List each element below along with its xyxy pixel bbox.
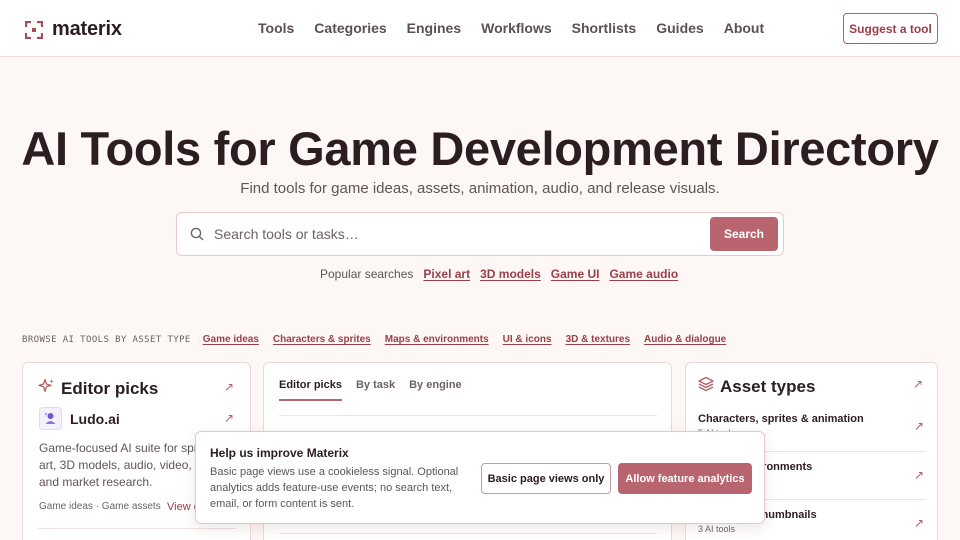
nav-workflows[interactable]: Workflows xyxy=(481,20,552,36)
ludo-ai-logo xyxy=(39,407,62,430)
tab-by-engine[interactable]: By engine xyxy=(409,379,462,401)
popular-link-pixel-art[interactable]: Pixel art xyxy=(423,267,470,281)
divider xyxy=(38,528,236,529)
asset-types-arrow-icon[interactable]: ↗ xyxy=(913,377,923,391)
nav-categories[interactable]: Categories xyxy=(314,20,386,36)
popular-link-game-audio[interactable]: Game audio xyxy=(609,267,678,281)
site-header: materix Tools Categories Engines Workflo… xyxy=(0,0,960,57)
logo-mark-icon xyxy=(25,20,43,39)
browse-link-game-ideas[interactable]: Game ideas xyxy=(203,334,259,345)
asset-type-count: 3 AI tools xyxy=(698,524,736,534)
popular-link-game-ui[interactable]: Game UI xyxy=(551,267,600,281)
tool-name: Ludo.ai xyxy=(70,410,120,427)
browse-by-asset-type: BROWSE AI TOOLS BY ASSET TYPE Game ideas… xyxy=(22,334,740,345)
logo-text: materix xyxy=(52,18,122,40)
browse-link-audio-dialogue[interactable]: Audio & dialogue xyxy=(644,334,726,345)
popular-label: Popular searches xyxy=(320,267,414,281)
nav-engines[interactable]: Engines xyxy=(407,20,461,36)
sparkle-icon xyxy=(38,378,55,400)
editor-picks-header: Editor picks xyxy=(38,378,158,400)
editor-picks-title: Editor picks xyxy=(61,379,159,398)
asset-type-arrow-icon[interactable]: ↗ xyxy=(914,516,924,530)
popular-searches: Popular searches Pixel art 3D models Gam… xyxy=(320,267,678,281)
search-button[interactable]: Search xyxy=(710,217,778,251)
nav-about[interactable]: About xyxy=(724,20,764,36)
tool-ludo-ai[interactable]: Ludo.ai xyxy=(39,407,120,430)
asset-types-header: Asset types xyxy=(698,376,815,397)
tool-tags: Game ideas · Game assets xyxy=(39,501,161,512)
browse-label: BROWSE AI TOOLS BY ASSET TYPE xyxy=(22,334,191,345)
nav-shortlists[interactable]: Shortlists xyxy=(572,20,637,36)
search-input[interactable] xyxy=(214,220,704,248)
editor-picks-arrow-icon[interactable]: ↗ xyxy=(224,380,234,394)
page-title: AI Tools for Game Development Directory xyxy=(21,122,939,175)
asset-type-arrow-icon[interactable]: ↗ xyxy=(914,419,924,433)
basic-page-views-button[interactable]: Basic page views only xyxy=(481,463,611,494)
layers-icon xyxy=(698,376,714,397)
popular-link-3d-models[interactable]: 3D models xyxy=(480,267,541,281)
suggest-tool-button[interactable]: Suggest a tool xyxy=(843,13,938,44)
tab-by-task[interactable]: By task xyxy=(356,379,395,401)
browse-link-characters-sprites[interactable]: Characters & sprites xyxy=(273,334,371,345)
browse-link-ui-icons[interactable]: UI & icons xyxy=(503,334,552,345)
asset-type-title: Characters, sprites & animation xyxy=(698,413,864,425)
tab-bar: Editor picks By task By engine xyxy=(279,379,476,401)
divider xyxy=(279,533,657,534)
tool-arrow-icon[interactable]: ↗ xyxy=(224,411,234,425)
asset-type-arrow-icon[interactable]: ↗ xyxy=(914,468,924,482)
logo[interactable]: materix xyxy=(25,18,122,41)
divider xyxy=(279,415,657,416)
browse-link-maps-environments[interactable]: Maps & environments xyxy=(385,334,489,345)
asset-types-title: Asset types xyxy=(720,376,816,396)
nav-guides[interactable]: Guides xyxy=(656,20,703,36)
browse-link-3d-textures[interactable]: 3D & textures xyxy=(566,334,630,345)
allow-analytics-button[interactable]: Allow feature analytics xyxy=(618,463,752,494)
search-icon xyxy=(190,227,204,246)
consent-title: Help us improve Materix xyxy=(210,446,349,460)
consent-body: Basic page views use a cookieless signal… xyxy=(210,466,459,510)
main-nav: Tools Categories Engines Workflows Short… xyxy=(258,20,784,36)
tab-editor-picks[interactable]: Editor picks xyxy=(279,379,342,401)
search-bar: Search xyxy=(176,212,784,256)
page-subtitle: Find tools for game ideas, assets, anima… xyxy=(240,180,720,197)
analytics-consent-dialog: Help us improve Materix Basic page views… xyxy=(195,431,765,524)
nav-tools[interactable]: Tools xyxy=(258,20,294,36)
